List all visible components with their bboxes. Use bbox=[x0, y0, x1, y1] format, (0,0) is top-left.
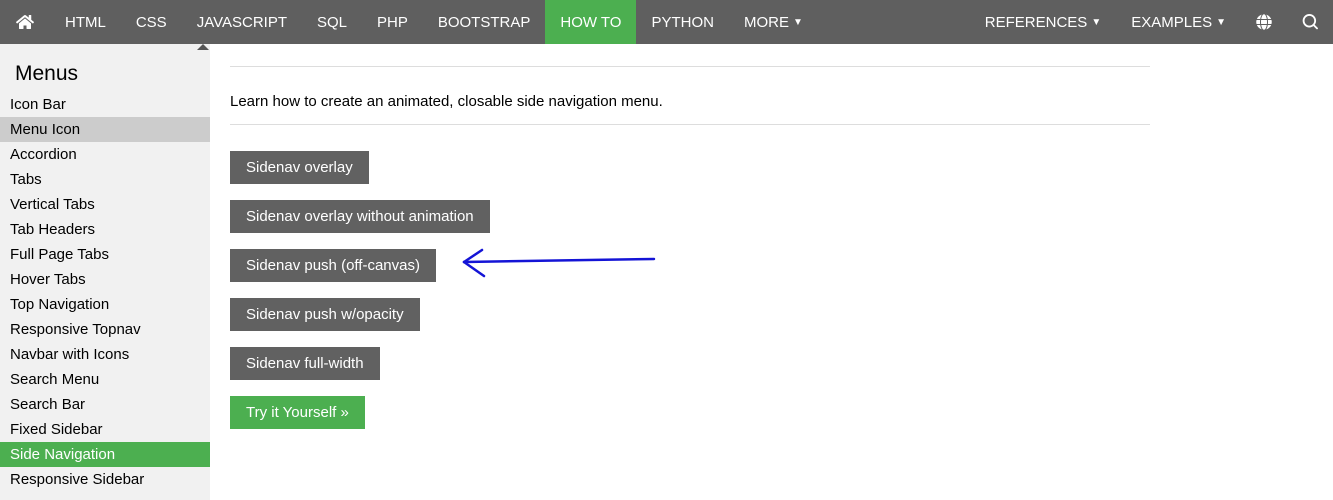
sidenav-overlay-no-anim-button[interactable]: Sidenav overlay without animation bbox=[230, 200, 490, 233]
sidebar-item-search-bar[interactable]: Search Bar bbox=[0, 392, 210, 417]
topnav-label: SQL bbox=[317, 14, 347, 31]
topnav-item-php[interactable]: PHP bbox=[362, 0, 423, 44]
hand-drawn-arrow-icon bbox=[454, 244, 664, 288]
sidebar: Menus Icon BarMenu IconAccordionTabsVert… bbox=[0, 44, 210, 500]
topnav-item-how-to[interactable]: HOW TO bbox=[545, 0, 636, 44]
sidebar-item-hover-tabs[interactable]: Hover Tabs bbox=[0, 267, 210, 292]
topnav-label: JAVASCRIPT bbox=[197, 14, 287, 31]
caret-down-icon: ▼ bbox=[793, 17, 803, 28]
top-nav: HTML CSS JAVASCRIPT SQL PHP BOOTSTRAP HOW TO PY… bbox=[0, 0, 1333, 44]
sidebar-item-responsive-sidebar[interactable]: Responsive Sidebar bbox=[0, 467, 210, 492]
sidebar-heading: Menus bbox=[0, 44, 210, 92]
sidebar-item-side-navigation[interactable]: Side Navigation bbox=[0, 442, 210, 467]
caret-down-icon: ▼ bbox=[1091, 17, 1101, 28]
home-link[interactable] bbox=[0, 0, 50, 44]
sidenav-overlay-button[interactable]: Sidenav overlay bbox=[230, 151, 369, 184]
topnav-label: CSS bbox=[136, 14, 167, 31]
topnav-label: EXAMPLES bbox=[1131, 14, 1212, 31]
search-link[interactable] bbox=[1287, 0, 1333, 44]
topnav-item-references[interactable]: REFERENCES▼ bbox=[970, 0, 1116, 44]
page-body: Menus Icon BarMenu IconAccordionTabsVert… bbox=[0, 44, 1333, 500]
globe-link[interactable] bbox=[1241, 0, 1287, 44]
sidebar-item-menu-icon[interactable]: Menu Icon bbox=[0, 117, 210, 142]
sidebar-item-top-navigation[interactable]: Top Navigation bbox=[0, 292, 210, 317]
topnav-item-html[interactable]: HTML bbox=[50, 0, 121, 44]
topnav-label: BOOTSTRAP bbox=[438, 14, 531, 31]
sidebar-scroll[interactable]: Menus Icon BarMenu IconAccordionTabsVert… bbox=[0, 44, 210, 500]
topnav-item-sql[interactable]: SQL bbox=[302, 0, 362, 44]
intro-text: Learn how to create an animated, closabl… bbox=[230, 93, 1150, 110]
top-nav-right: REFERENCES▼EXAMPLES▼ bbox=[970, 0, 1333, 44]
sidebar-item-icon-bar[interactable]: Icon Bar bbox=[0, 92, 210, 117]
topnav-item-python[interactable]: PYTHON bbox=[636, 0, 729, 44]
main-inner: Learn how to create an animated, closabl… bbox=[230, 66, 1150, 437]
top-nav-left: HTML CSS JAVASCRIPT SQL PHP BOOTSTRAP HOW TO PY… bbox=[0, 0, 818, 44]
main-content: Learn how to create an animated, closabl… bbox=[210, 44, 1333, 500]
topnav-item-bootstrap[interactable]: BOOTSTRAP bbox=[423, 0, 546, 44]
topnav-label: HOW TO bbox=[560, 14, 621, 31]
try-it-yourself-button[interactable]: Try it Yourself » bbox=[230, 396, 365, 429]
sidebar-item-tab-headers[interactable]: Tab Headers bbox=[0, 217, 210, 242]
sidebar-item-responsive-topnav[interactable]: Responsive Topnav bbox=[0, 317, 210, 342]
sidebar-item-search-menu[interactable]: Search Menu bbox=[0, 367, 210, 392]
sidebar-item-tabs[interactable]: Tabs bbox=[0, 167, 210, 192]
topnav-item-javascript[interactable]: JAVASCRIPT bbox=[182, 0, 302, 44]
topnav-label: HTML bbox=[65, 14, 106, 31]
topnav-label: PHP bbox=[377, 14, 408, 31]
sidebar-item-vertical-tabs[interactable]: Vertical Tabs bbox=[0, 192, 210, 217]
sidenav-full-width-button[interactable]: Sidenav full-width bbox=[230, 347, 380, 380]
sidebar-item-full-page-tabs[interactable]: Full Page Tabs bbox=[0, 242, 210, 267]
topnav-label: MORE bbox=[744, 14, 789, 31]
sidebar-item-fixed-sidebar[interactable]: Fixed Sidebar bbox=[0, 417, 210, 442]
topnav-label: PYTHON bbox=[651, 14, 714, 31]
sidenav-push-offcanvas-button[interactable]: Sidenav push (off-canvas) bbox=[230, 249, 436, 282]
topnav-item-examples[interactable]: EXAMPLES ▼ bbox=[1116, 0, 1241, 44]
sidebar-item-accordion[interactable]: Accordion bbox=[0, 142, 210, 167]
search-icon bbox=[1302, 14, 1318, 30]
home-icon bbox=[16, 13, 34, 31]
sidebar-item-navbar-with-icons[interactable]: Navbar with Icons bbox=[0, 342, 210, 367]
sidenav-push-opacity-button[interactable]: Sidenav push w/opacity bbox=[230, 298, 420, 331]
caret-down-icon: ▼ bbox=[1216, 17, 1226, 28]
scroll-up-arrow-icon bbox=[197, 44, 209, 50]
topnav-label: REFERENCES bbox=[985, 14, 1088, 31]
divider bbox=[230, 124, 1150, 125]
topnav-item-more[interactable]: MORE ▼ bbox=[729, 0, 818, 44]
globe-icon bbox=[1256, 14, 1272, 30]
topnav-item-css[interactable]: CSS bbox=[121, 0, 182, 44]
divider bbox=[230, 66, 1150, 67]
